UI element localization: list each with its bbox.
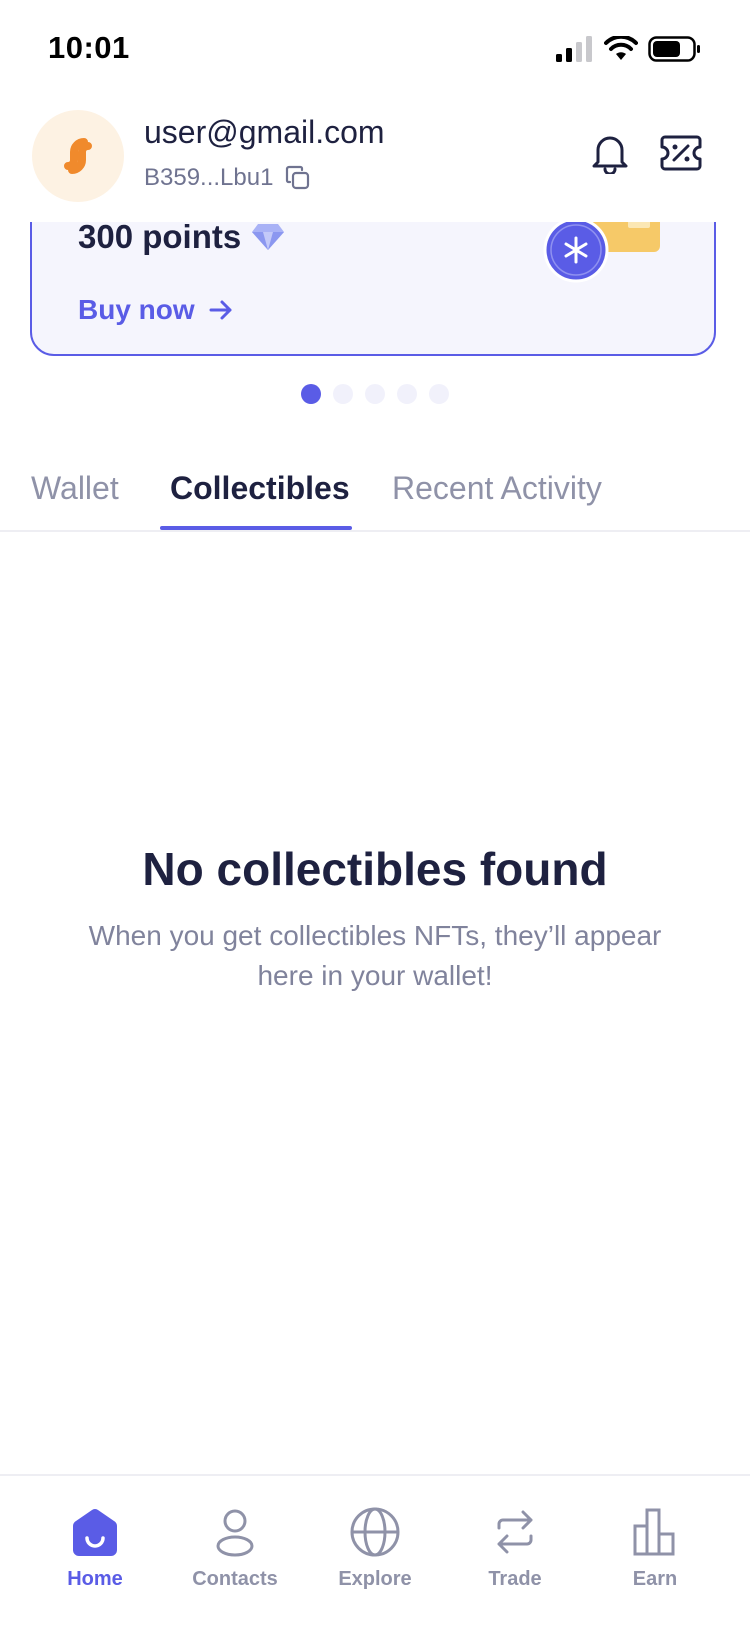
card-illustration-icon — [543, 222, 660, 283]
promo-carousel: 300 points Buy now — [0, 222, 750, 362]
header-actions — [590, 132, 702, 174]
nav-explore-label: Explore — [338, 1568, 412, 1590]
carousel-indicator — [0, 384, 750, 404]
promo-title: 300 points — [78, 222, 242, 255]
wallet-address-row[interactable]: B359...Lbu1 — [144, 164, 311, 192]
tab-collectibles[interactable]: Collectibles — [170, 470, 350, 507]
carousel-dot-5[interactable] — [429, 384, 449, 404]
tab-recent-activity[interactable]: Recent Activity — [392, 470, 602, 507]
globe-icon — [350, 1507, 400, 1557]
copy-icon[interactable] — [285, 165, 311, 191]
active-tab-indicator — [160, 526, 352, 530]
user-email: user@gmail.com — [144, 114, 385, 150]
status-time: 10:01 — [48, 30, 130, 65]
arrow-right-icon — [209, 300, 232, 320]
carousel-dot-2[interactable] — [333, 384, 353, 404]
avatar[interactable] — [32, 110, 124, 202]
carousel-dot-1[interactable] — [301, 384, 321, 404]
nav-trade-label: Trade — [488, 1568, 542, 1590]
diamond-icon — [252, 224, 285, 250]
nav-contacts-label: Contacts — [192, 1568, 278, 1590]
wifi-icon — [604, 36, 638, 60]
battery-icon — [648, 36, 700, 62]
carousel-dot-3[interactable] — [365, 384, 385, 404]
contacts-icon — [216, 1509, 254, 1557]
promo-card[interactable]: 300 points Buy now — [30, 222, 716, 356]
bar-chart-icon — [633, 1508, 675, 1556]
nav-home-label: Home — [67, 1568, 123, 1590]
buy-now-label: Buy now — [78, 294, 195, 325]
signal-icon — [556, 36, 592, 62]
carousel-dot-4[interactable] — [397, 384, 417, 404]
nav-earn[interactable]: Earn — [590, 1506, 720, 1591]
buy-now-link[interactable]: Buy now — [78, 294, 233, 326]
nav-earn-label: Earn — [632, 1568, 678, 1590]
coupon-icon[interactable] — [660, 134, 702, 172]
nav-trade[interactable]: Trade — [450, 1506, 580, 1591]
wallet-address: B359...Lbu1 — [144, 164, 274, 191]
swap-icon — [497, 1510, 533, 1554]
status-icons — [556, 36, 702, 62]
nav-contacts[interactable]: Contacts — [170, 1506, 300, 1591]
nav-explore[interactable]: Explore — [310, 1506, 440, 1591]
brand-logo-icon — [64, 138, 92, 174]
promo-title-row: 300 points — [78, 222, 285, 256]
nav-home[interactable]: Home — [30, 1506, 160, 1591]
empty-state-title: No collectibles found — [142, 843, 608, 895]
empty-state-subtitle: When you get collectibles NFTs, they’ll … — [88, 920, 662, 991]
home-icon — [73, 1509, 117, 1556]
bell-icon[interactable] — [590, 132, 630, 174]
tab-bar: Wallet Collectibles Recent Activity — [0, 460, 750, 532]
tab-wallet[interactable]: Wallet — [31, 470, 119, 507]
bottom-nav: Home Contacts Explore Trade Earn — [0, 1474, 750, 1630]
